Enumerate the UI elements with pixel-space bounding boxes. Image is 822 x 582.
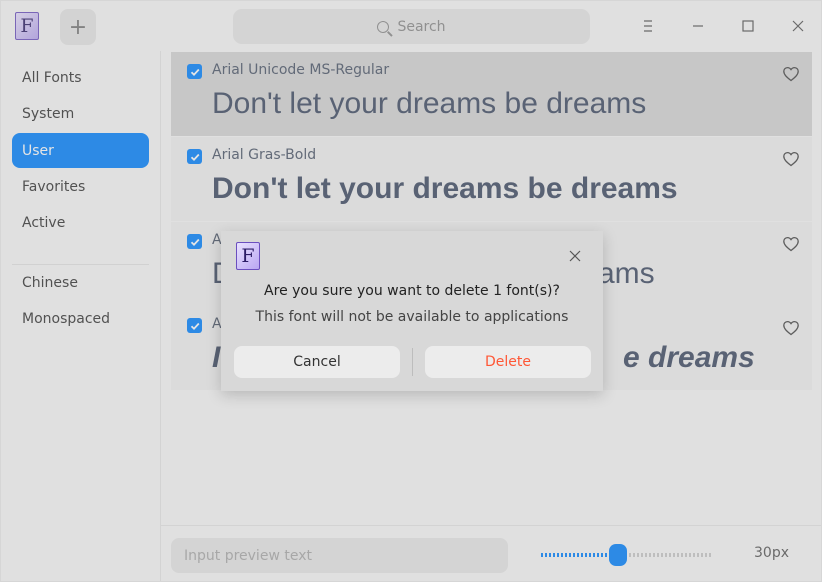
delete-button[interactable]: Delete bbox=[425, 346, 591, 378]
sidebar-item-favorites[interactable]: Favorites bbox=[12, 169, 149, 204]
slider-fill bbox=[541, 553, 618, 557]
search-placeholder: Search bbox=[397, 18, 446, 35]
checkbox-icon[interactable] bbox=[187, 234, 202, 249]
titlebar: F + Search bbox=[1, 1, 821, 51]
delete-confirm-dialog: F Are you sure you want to delete 1 font… bbox=[221, 231, 603, 391]
close-icon[interactable] bbox=[568, 249, 582, 263]
close-icon[interactable] bbox=[787, 15, 809, 37]
font-preview: Don't let your dreams be dreams bbox=[212, 87, 647, 120]
font-card[interactable]: Arial Gras-Bold Don't let your dreams be… bbox=[171, 137, 812, 221]
checkbox-icon[interactable] bbox=[187, 318, 202, 333]
dialog-message: This font will not be available to appli… bbox=[255, 309, 569, 325]
font-preview: Don't let your dreams be dreams bbox=[212, 172, 678, 205]
sidebar-item-system[interactable]: System bbox=[12, 96, 149, 131]
sidebar: All Fonts System User Favorites Active C… bbox=[1, 51, 161, 581]
cancel-button[interactable]: Cancel bbox=[234, 346, 400, 378]
app-icon: F bbox=[15, 12, 39, 40]
slider-handle[interactable] bbox=[608, 544, 627, 566]
sidebar-item-active[interactable]: Active bbox=[12, 205, 149, 240]
heart-icon[interactable] bbox=[782, 319, 800, 337]
checkbox-icon[interactable] bbox=[187, 149, 202, 164]
font-preview-tail: ams bbox=[598, 257, 655, 290]
dialog-title: Are you sure you want to delete 1 font(s… bbox=[264, 283, 560, 299]
font-preview-tail: e dreams bbox=[623, 341, 755, 374]
font-card[interactable]: Arial Unicode MS-Regular Don't let your … bbox=[171, 52, 812, 136]
heart-icon[interactable] bbox=[782, 65, 800, 83]
font-size-label: 30px bbox=[754, 545, 789, 561]
button-divider bbox=[412, 348, 413, 376]
checkbox-icon[interactable] bbox=[187, 64, 202, 79]
heart-icon[interactable] bbox=[782, 235, 800, 253]
font-size-slider[interactable] bbox=[541, 544, 712, 566]
sidebar-item-chinese[interactable]: Chinese bbox=[12, 265, 149, 300]
sidebar-item-user[interactable]: User bbox=[12, 133, 149, 168]
search-icon bbox=[377, 20, 390, 33]
search-box[interactable]: Search bbox=[233, 9, 590, 44]
preview-toolbar: 30px bbox=[161, 525, 821, 581]
heart-icon[interactable] bbox=[782, 150, 800, 168]
sidebar-item-all-fonts[interactable]: All Fonts bbox=[12, 60, 149, 95]
font-name: Arial Unicode MS-Regular bbox=[212, 62, 390, 78]
app-icon: F bbox=[236, 242, 260, 270]
preview-text-input[interactable] bbox=[171, 538, 508, 573]
menu-icon[interactable] bbox=[637, 15, 659, 37]
minimize-icon[interactable] bbox=[687, 15, 709, 37]
font-name: Arial Gras-Bold bbox=[212, 147, 317, 163]
font-preview: I bbox=[212, 341, 221, 374]
add-font-button[interactable]: + bbox=[60, 9, 96, 45]
font-manager-window: F + Search All Fonts System User Favorit… bbox=[0, 0, 822, 582]
sidebar-item-monospaced[interactable]: Monospaced bbox=[12, 301, 149, 336]
maximize-icon[interactable] bbox=[737, 15, 759, 37]
